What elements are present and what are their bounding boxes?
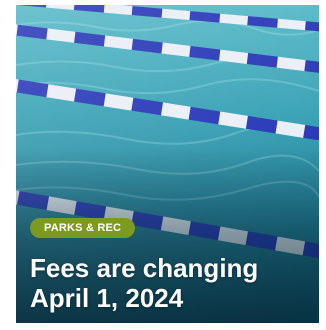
category-badge[interactable]: PARKS & REC (30, 218, 136, 238)
news-card[interactable]: PARKS & REC Fees are changing April 1, 2… (16, 5, 319, 323)
headline-line-2: April 1, 2024 (30, 283, 184, 313)
headline-line-1: Fees are changing (30, 253, 259, 283)
headline[interactable]: Fees are changing April 1, 2024 (30, 253, 310, 313)
